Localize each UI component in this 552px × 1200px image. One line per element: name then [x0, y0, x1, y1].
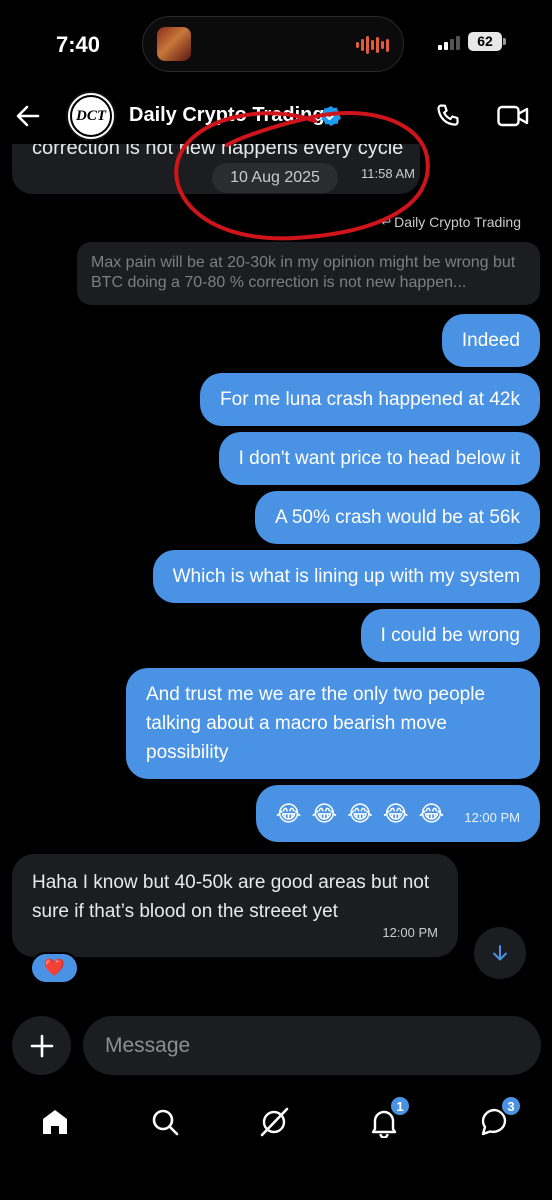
chat-screen: 7:40 62 correction is not new happens ev…	[0, 0, 552, 1200]
chat-title[interactable]: Daily Crypto Trading	[129, 104, 325, 127]
nav-search[interactable]	[145, 1102, 185, 1142]
nav-home[interactable]	[35, 1102, 75, 1142]
phone-icon[interactable]	[434, 102, 462, 130]
outgoing-emoji-message[interactable]: 😂 😂 😂 😂 😂 12:00 PM	[255, 785, 540, 842]
heart-reaction[interactable]: ❤️	[30, 952, 79, 984]
avatar-monogram: DCT	[76, 107, 106, 124]
search-icon	[152, 1109, 179, 1136]
emoji: 😂	[382, 801, 409, 826]
nav-grok[interactable]	[254, 1102, 294, 1142]
attach-button[interactable]	[12, 1016, 71, 1075]
incoming-message[interactable]: Haha I know but 40-50k are good areas bu…	[12, 854, 458, 957]
outgoing-message[interactable]: And trust me we are the only two people …	[126, 668, 540, 779]
plus-icon	[30, 1034, 53, 1057]
outgoing-message[interactable]: I could be wrong	[360, 609, 540, 662]
nav-notifications[interactable]: 1	[364, 1096, 410, 1142]
date-separator: 10 Aug 2025	[212, 163, 338, 193]
signal-icon	[438, 34, 460, 50]
dynamic-island[interactable]	[142, 16, 404, 72]
home-icon	[43, 1110, 67, 1134]
avatar[interactable]: DCT	[66, 91, 116, 141]
quoted-message[interactable]: Max pain will be at 20-30k in my opinion…	[77, 242, 540, 305]
incoming-message-text: Haha I know but 40-50k are good areas bu…	[32, 872, 430, 922]
message-input[interactable]	[83, 1016, 541, 1075]
emoji: 😂	[275, 801, 302, 826]
grok-icon	[260, 1107, 289, 1137]
emoji: 😂	[418, 801, 445, 826]
reply-to-name: Daily Crypto Trading	[394, 214, 521, 230]
audio-waveform-icon	[356, 35, 389, 55]
outgoing-message[interactable]: Indeed	[441, 314, 540, 367]
arrow-down-icon	[493, 945, 507, 961]
emoji: 😂	[311, 801, 338, 826]
now-playing-artwork	[157, 27, 191, 61]
emoji: 😂	[347, 801, 373, 826]
battery-icon: 62	[468, 32, 506, 51]
outgoing-message[interactable]: For me luna crash happened at 42k	[200, 373, 540, 426]
outgoing-message[interactable]: A 50% crash would be at 56k	[254, 491, 540, 544]
status-indicators: 62	[438, 32, 506, 51]
heart-icon: ❤️	[43, 958, 66, 977]
nav-messages[interactable]: 3	[475, 1096, 521, 1142]
messages-badge: 3	[501, 1096, 521, 1116]
back-arrow-icon[interactable]	[14, 102, 42, 130]
scroll-to-bottom-button[interactable]	[474, 927, 526, 979]
message-time: 12:00 PM	[382, 925, 438, 940]
chat-header: DCT Daily Crypto Trading	[0, 88, 552, 144]
reply-context: ↩ Daily Crypto Trading	[381, 214, 521, 230]
bottom-nav: 1 3	[0, 1090, 552, 1150]
notification-badge: 1	[390, 1096, 410, 1116]
verified-badge-icon	[321, 106, 341, 126]
battery-level: 62	[468, 32, 502, 51]
previous-message-time: 11:58 AM	[361, 166, 415, 181]
status-time: 7:40	[56, 32, 101, 57]
video-camera-icon[interactable]	[496, 102, 530, 130]
message-time: 12:00 PM	[464, 810, 520, 825]
reply-arrow-icon: ↩	[381, 215, 392, 229]
outgoing-message[interactable]: Which is what is lining up with my syste…	[152, 550, 540, 603]
outgoing-message[interactable]: I don't want price to head below it	[218, 432, 540, 485]
